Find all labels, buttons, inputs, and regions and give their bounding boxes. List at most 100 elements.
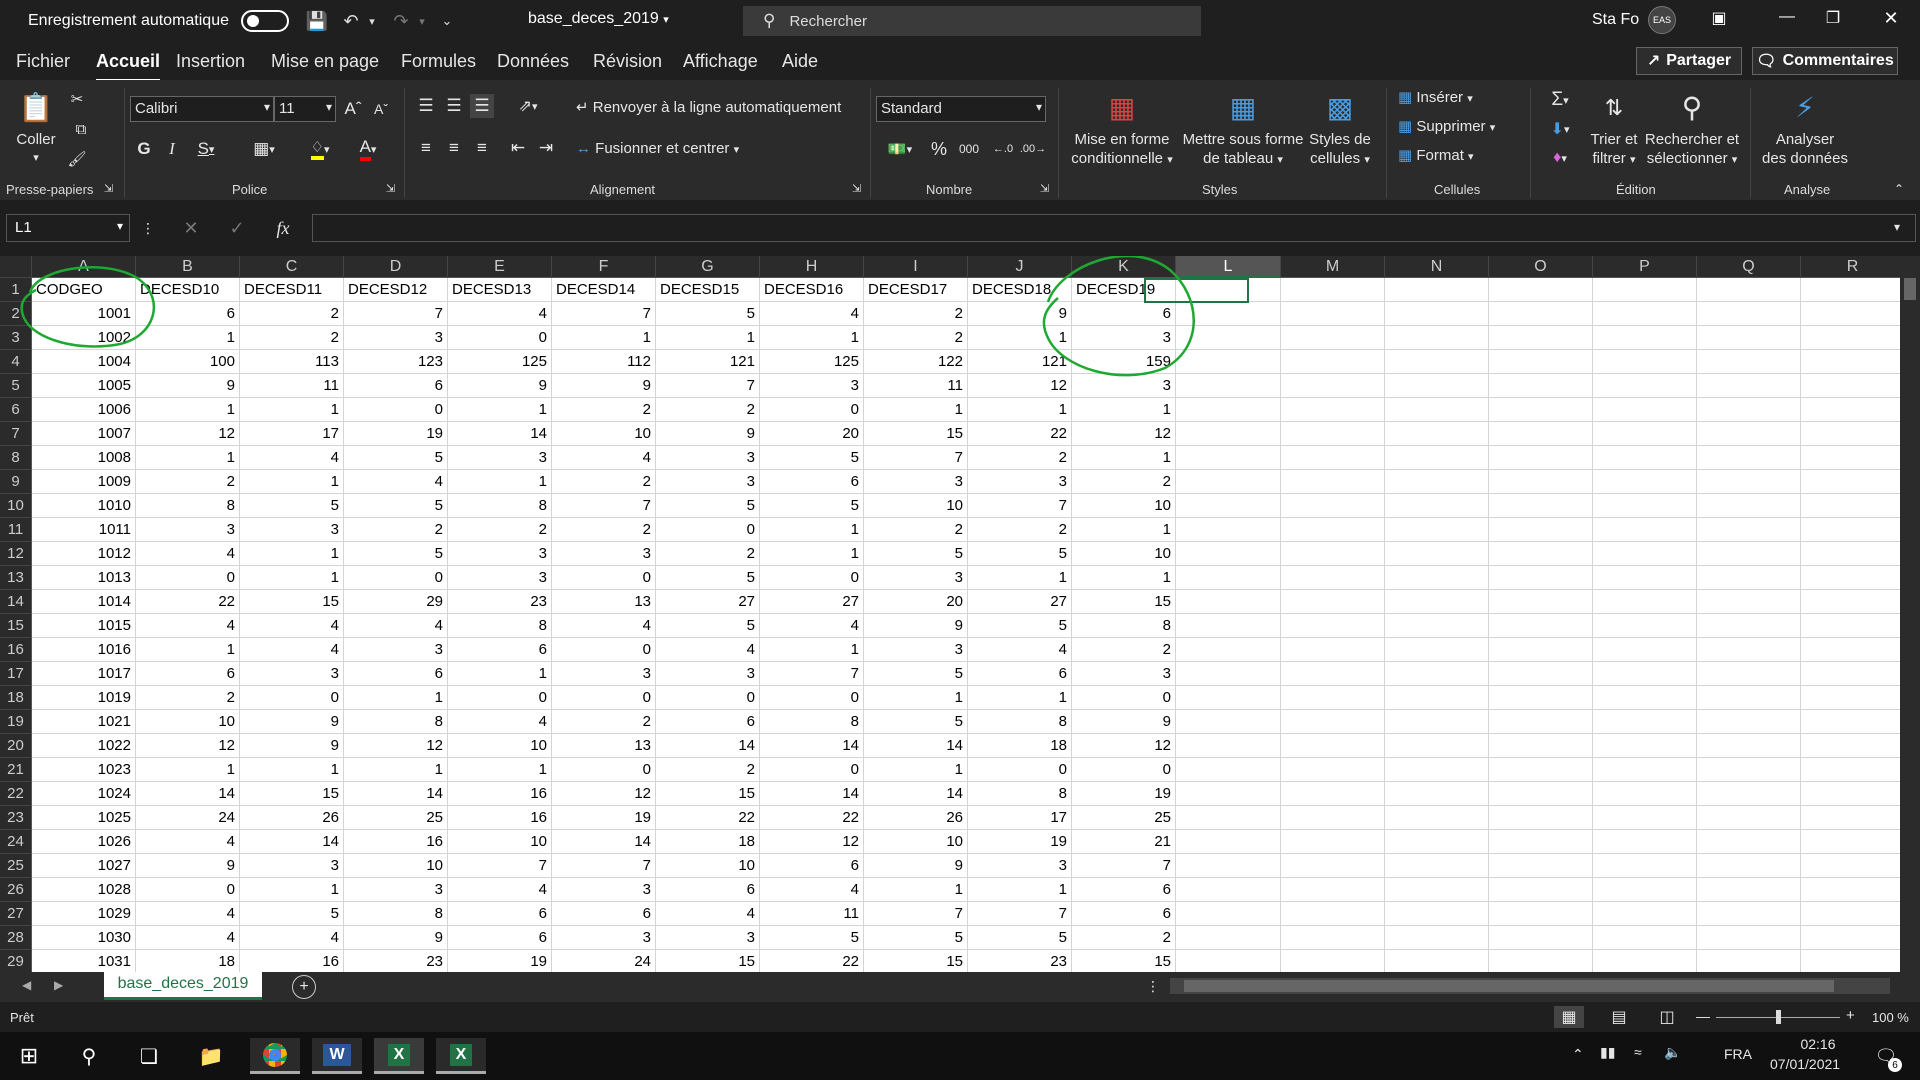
conditional-formatting-button[interactable]: ▦ Mise en forme conditionnelle ▾ [1062,90,1182,170]
data-cell[interactable]: 125 [448,350,552,374]
header-cell[interactable]: DECESD15 [656,278,760,302]
data-cell[interactable]: 14 [656,734,760,758]
fill-icon[interactable]: ⬇ ▾ [1540,117,1580,141]
data-cell[interactable]: 1029 [32,902,136,926]
data-cell[interactable] [1385,374,1489,398]
data-cell[interactable] [1489,470,1593,494]
data-cell[interactable] [1385,326,1489,350]
number-format-select[interactable]: Standard [876,96,1046,122]
data-cell[interactable] [1697,782,1801,806]
data-cell[interactable]: 3 [240,518,344,542]
data-cell[interactable] [1385,422,1489,446]
data-cell[interactable] [1801,542,1905,566]
data-cell[interactable] [1489,878,1593,902]
data-cell[interactable]: 1 [344,758,448,782]
row-header[interactable]: 4 [0,350,31,374]
data-cell[interactable]: 9 [448,374,552,398]
data-cell[interactable] [1593,566,1697,590]
row-header[interactable]: 6 [0,398,31,422]
font-launcher-icon[interactable]: ⇲ [386,182,395,195]
row-header[interactable]: 8 [0,446,31,470]
data-cell[interactable]: 2 [656,758,760,782]
data-cell[interactable]: 1 [240,566,344,590]
data-cell[interactable]: 6 [1072,902,1176,926]
data-cell[interactable]: 1007 [32,422,136,446]
data-cell[interactable]: 6 [344,374,448,398]
data-cell[interactable]: 1 [344,686,448,710]
data-cell[interactable] [1385,830,1489,854]
tab-mise-en-page[interactable]: Mise en page [271,51,379,72]
data-cell[interactable]: 12 [760,830,864,854]
data-cell[interactable] [1593,758,1697,782]
number-launcher-icon[interactable]: ⇲ [1040,182,1049,195]
data-cell[interactable] [1281,350,1385,374]
data-cell[interactable]: 12 [344,734,448,758]
data-cell[interactable]: 6 [344,662,448,686]
clipboard-launcher-icon[interactable]: ⇲ [104,182,113,195]
data-cell[interactable]: 2 [968,518,1072,542]
data-cell[interactable] [1489,902,1593,926]
data-cell[interactable]: 1028 [32,878,136,902]
data-cell[interactable]: 1022 [32,734,136,758]
data-cell[interactable] [1697,638,1801,662]
formula-bar-grip-icon[interactable]: ⋮ [141,214,155,242]
data-cell[interactable]: 21 [1072,830,1176,854]
data-cell[interactable]: 4 [552,614,656,638]
header-cell[interactable] [1801,278,1905,302]
data-cell[interactable] [1281,782,1385,806]
data-cell[interactable]: 2 [344,518,448,542]
confirm-entry-icon[interactable]: ✓ [224,214,250,242]
data-cell[interactable]: 2 [240,302,344,326]
data-cell[interactable] [1176,950,1281,972]
notifications-icon[interactable]: 🗨 6 [1868,1040,1904,1072]
data-cell[interactable] [1593,374,1697,398]
data-cell[interactable]: 1 [864,758,968,782]
cut-icon[interactable]: ✂ [66,88,88,110]
redo-dropdown-icon[interactable]: ▾ [415,7,429,35]
data-cell[interactable]: 5 [656,566,760,590]
file-explorer-icon[interactable]: 📁 [186,1038,236,1074]
underline-icon[interactable]: S ▾ [190,136,222,162]
user-name[interactable]: Sta Fo [1592,11,1639,29]
data-cell[interactable] [1385,590,1489,614]
tab-affichage[interactable]: Affichage [683,51,758,72]
column-header-m[interactable]: M [1281,256,1385,278]
data-cell[interactable]: 4 [136,614,240,638]
data-cell[interactable] [1176,470,1281,494]
data-cell[interactable] [1176,758,1281,782]
autosum-icon[interactable]: Σ ▾ [1540,88,1580,112]
collapse-ribbon-icon[interactable]: ⌃ [1894,182,1904,196]
data-cell[interactable]: 3 [968,854,1072,878]
zoom-in-icon[interactable]: + [1846,1007,1855,1024]
select-all-corner[interactable] [0,256,32,278]
data-cell[interactable]: 12 [136,734,240,758]
data-cell[interactable] [1176,686,1281,710]
header-cell[interactable] [1593,278,1697,302]
vertical-scrollbar[interactable] [1900,256,1920,972]
ribbon-display-options-icon[interactable]: ▣ [1704,8,1734,34]
data-cell[interactable] [1593,902,1697,926]
save-icon[interactable]: 💾 [303,7,331,35]
data-cell[interactable]: 1016 [32,638,136,662]
data-cell[interactable]: 11 [760,902,864,926]
data-cell[interactable] [1489,494,1593,518]
data-cell[interactable]: 23 [968,950,1072,972]
header-cell[interactable]: CODGEO [32,278,136,302]
data-cell[interactable]: 1 [448,470,552,494]
data-cell[interactable]: 1027 [32,854,136,878]
data-cell[interactable]: 1023 [32,758,136,782]
data-cell[interactable]: 7 [552,494,656,518]
data-cell[interactable] [1801,470,1905,494]
data-cell[interactable] [1697,398,1801,422]
data-cell[interactable]: 8 [136,494,240,518]
data-cell[interactable] [1281,470,1385,494]
data-cell[interactable] [1281,734,1385,758]
header-cell[interactable]: DECESD16 [760,278,864,302]
data-cell[interactable]: 1 [760,518,864,542]
data-cell[interactable] [1176,422,1281,446]
bold-icon[interactable]: G [134,136,154,162]
data-cell[interactable] [1697,350,1801,374]
data-cell[interactable]: 15 [240,782,344,806]
data-cell[interactable] [1281,326,1385,350]
data-cell[interactable]: 0 [760,758,864,782]
